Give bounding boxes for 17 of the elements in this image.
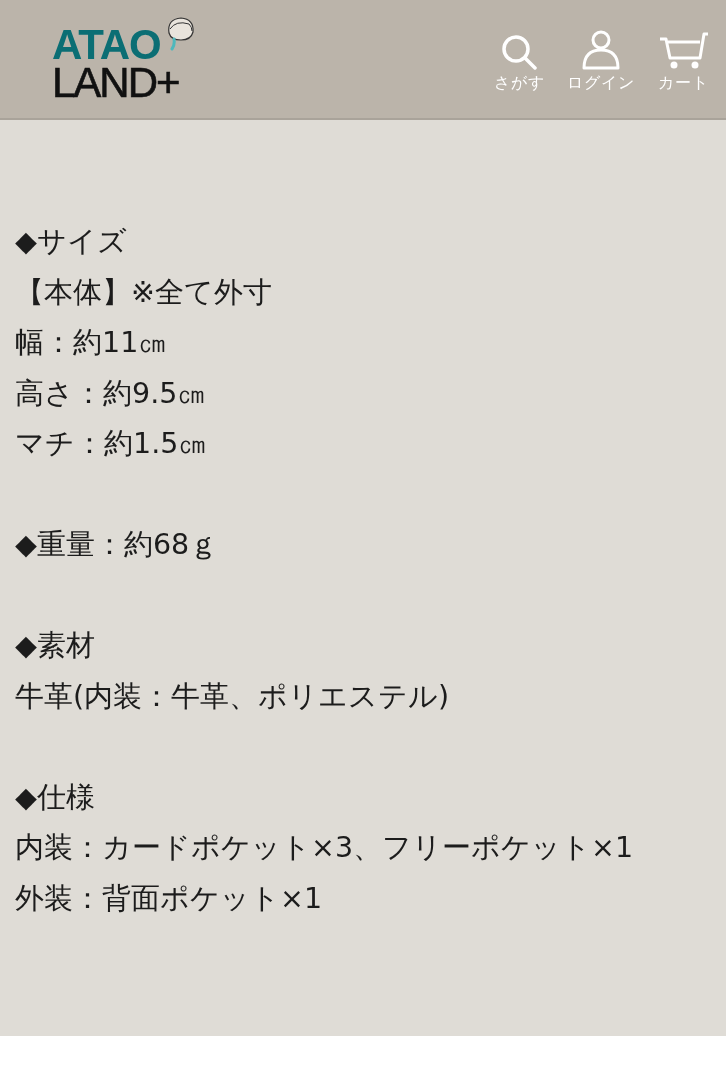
search-button[interactable]: さがす — [483, 30, 555, 92]
spec-text: 【本体】※全て外寸 — [15, 274, 273, 311]
spec-text: 牛革(内装：牛革、ポリエステル) — [15, 678, 451, 715]
login-button[interactable]: ログイン — [565, 30, 637, 92]
section-heading: ◆仕様 — [15, 779, 96, 816]
spec-text: 外装：背面ポケット×1 — [15, 880, 323, 917]
logo-link[interactable]: ATAO LAND+ — [52, 27, 179, 101]
section-heading: ◆素材 — [15, 628, 96, 664]
spec-text: 幅：約11㎝ — [15, 325, 169, 361]
section-heading: ◆重量：約68ｇ — [15, 527, 220, 563]
user-icon — [581, 30, 621, 70]
cart-button[interactable]: カート — [647, 30, 719, 92]
spec-text: 内装：カードポケット×3、フリーポケット×1 — [15, 830, 635, 866]
cart-icon — [658, 30, 708, 70]
spec-text: マチ：約1.5㎝ — [15, 426, 209, 462]
section-heading: ◆サイズ — [15, 224, 128, 260]
spec-text: 高さ：約9.5㎝ — [15, 375, 208, 412]
